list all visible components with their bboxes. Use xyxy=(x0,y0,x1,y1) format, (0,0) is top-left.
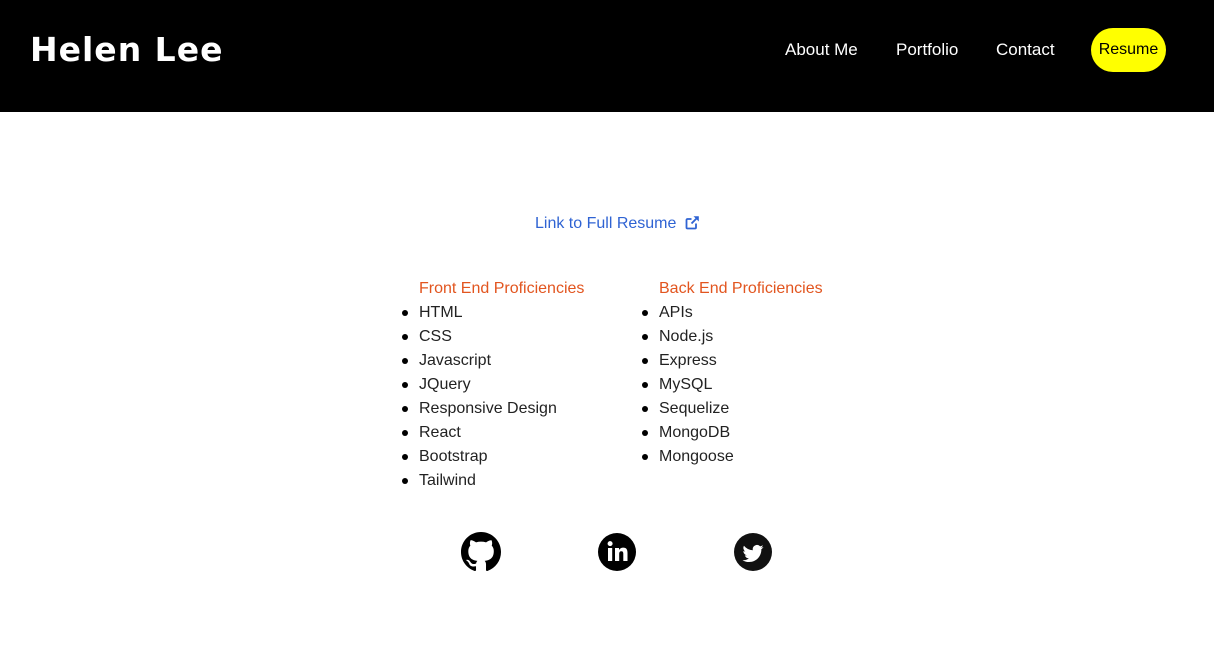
full-resume-link-label: Link to Full Resume xyxy=(535,215,677,232)
front-end-heading: Front End Proficiencies xyxy=(419,280,585,297)
resume-button[interactable]: Resume xyxy=(1091,28,1166,72)
list-item: Sequelize xyxy=(642,397,823,421)
github-link[interactable] xyxy=(461,532,501,572)
front-end-proficiencies: Front End Proficiencies HTML CSS Javascr… xyxy=(401,277,585,493)
list-item: Bootstrap xyxy=(401,445,584,469)
github-icon xyxy=(461,532,501,572)
twitter-link[interactable] xyxy=(733,532,773,572)
external-link-icon xyxy=(685,215,700,237)
list-item: Node.js xyxy=(642,325,823,349)
site-brand[interactable]: Helen Lee xyxy=(30,28,223,72)
back-end-proficiencies: Back End Proficiencies APIs Node.js Expr… xyxy=(642,277,823,469)
front-end-list: HTML CSS Javascript JQuery Responsive De… xyxy=(401,301,584,493)
list-item: HTML xyxy=(401,301,584,325)
list-item: CSS xyxy=(401,325,584,349)
list-item: MySQL xyxy=(642,373,823,397)
nav-contact-link[interactable]: Contact xyxy=(996,38,1055,62)
list-item: Responsive Design xyxy=(401,397,584,421)
nav-about-me-link[interactable]: About Me xyxy=(785,38,858,62)
list-item: Mongoose xyxy=(642,445,823,469)
back-end-heading: Back End Proficiencies xyxy=(659,280,823,297)
back-end-list: APIs Node.js Express MySQL Sequelize Mon… xyxy=(642,301,823,469)
list-item: React xyxy=(401,421,584,445)
navbar: Helen Lee About Me Portfolio Contact Res… xyxy=(0,0,1214,112)
full-resume-link[interactable]: Link to Full Resume xyxy=(535,213,700,237)
list-item: Express xyxy=(642,349,823,373)
linkedin-link[interactable] xyxy=(597,532,637,572)
list-item: JQuery xyxy=(401,373,584,397)
twitter-icon xyxy=(734,533,772,571)
list-item: Javascript xyxy=(401,349,584,373)
list-item: APIs xyxy=(642,301,823,325)
linkedin-icon xyxy=(598,533,636,571)
list-item: Tailwind xyxy=(401,469,584,493)
nav-portfolio-link[interactable]: Portfolio xyxy=(896,38,958,62)
list-item: MongoDB xyxy=(642,421,823,445)
